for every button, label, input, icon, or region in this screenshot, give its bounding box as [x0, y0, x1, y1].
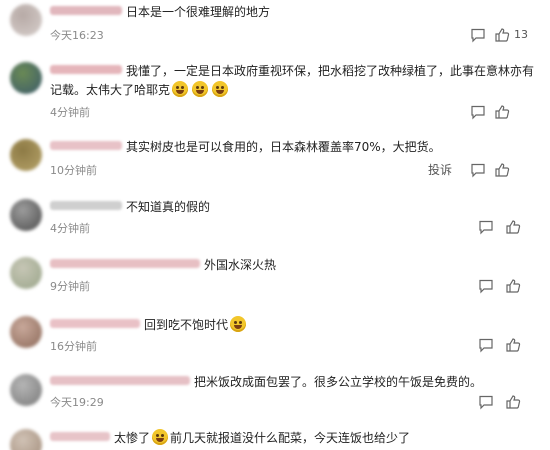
comment-text: 回到吃不饱时代 — [144, 318, 229, 332]
reply-icon[interactable] — [478, 219, 494, 235]
crying-emoji-icon — [172, 81, 189, 97]
reply-icon[interactable] — [478, 278, 494, 294]
comment-time: 4分钟前 — [50, 222, 90, 235]
comment-time: 4分钟前 — [50, 106, 90, 119]
comment-text: 日本是一个很难理解的地方 — [126, 5, 271, 19]
comment-item: 回到吃不饱时代 16分钟前 — [0, 312, 550, 370]
comment-list: 日本是一个很难理解的地方 今天16:23 13 我懂了，一定是日本政府重视环保，… — [0, 0, 550, 450]
avatar[interactable] — [10, 199, 42, 231]
report-button[interactable]: 投诉 — [428, 161, 452, 178]
avatar[interactable] — [10, 4, 42, 36]
comment-line: 外国水深火热 — [50, 257, 540, 274]
comment-text: 外国水深火热 — [204, 258, 277, 272]
comment-text: 其实树皮也是可以食用的，日本森林覆盖率70%，大把货。 — [126, 140, 441, 154]
username[interactable] — [50, 259, 200, 268]
crying-emoji-icon — [152, 429, 169, 445]
comment-time: 今天19:29 — [50, 396, 104, 409]
crying-emoji-icon — [212, 81, 229, 97]
comment-time: 16分钟前 — [50, 340, 97, 353]
comment-text: 不知道真的假的 — [126, 200, 211, 214]
reply-icon[interactable] — [470, 162, 486, 178]
comment-time: 今天16:23 — [50, 29, 104, 42]
avatar[interactable] — [10, 316, 42, 348]
thumbs-up-icon[interactable] — [494, 104, 510, 120]
avatar[interactable] — [10, 374, 42, 406]
comment-line: 日本是一个很难理解的地方 — [50, 4, 540, 21]
comment-item: 日本是一个很难理解的地方 今天16:23 13 — [0, 0, 550, 58]
thumbs-up-icon[interactable] — [505, 219, 521, 235]
comment-item: 其实树皮也是可以食用的，日本森林覆盖率70%，大把货。 10分钟前 投诉 — [0, 135, 550, 193]
comment-item: 我懂了，一定是日本政府重视环保，把水稻挖了改种绿植了，此事在意林亦有记载。太伟大… — [0, 58, 550, 122]
comment-item: 不知道真的假的 4分钟前 — [0, 195, 550, 253]
comment-time: 9分钟前 — [50, 280, 90, 293]
crying-emoji-icon — [192, 81, 209, 97]
comment-item: 外国水深火热 9分钟前 — [0, 253, 550, 311]
reply-icon[interactable] — [478, 394, 494, 410]
comment-text: 前几天就报道没什么配菜，今天连饭也给少了 — [170, 431, 411, 445]
avatar[interactable] — [10, 139, 42, 171]
thumbs-up-icon[interactable] — [505, 278, 521, 294]
username[interactable] — [50, 201, 122, 210]
comment-text: 太惨了 — [114, 431, 151, 445]
comment-time: 10分钟前 — [50, 164, 97, 177]
comment-line: 不知道真的假的 — [50, 199, 540, 216]
comment-line: 太惨了 前几天就报道没什么配菜，今天连饭也给少了 — [50, 429, 540, 447]
comment-line: 把米饭改成面包罢了。很多公立学校的午饭是免费的。 — [50, 374, 540, 391]
laughing-emoji-icon — [230, 316, 247, 332]
username[interactable] — [50, 432, 110, 441]
reply-icon[interactable] — [470, 104, 486, 120]
avatar[interactable] — [10, 257, 42, 289]
thumbs-up-icon[interactable] — [505, 394, 521, 410]
username[interactable] — [50, 319, 140, 328]
avatar[interactable] — [10, 62, 42, 94]
reply-icon[interactable] — [470, 27, 486, 43]
thumbs-up-icon[interactable] — [494, 162, 510, 178]
like-count: 13 — [514, 28, 528, 41]
comment-item: 太惨了 前几天就报道没什么配菜，今天连饭也给少了 — [0, 425, 550, 450]
username[interactable] — [50, 65, 122, 74]
thumbs-up-icon[interactable] — [505, 337, 521, 353]
username[interactable] — [50, 376, 190, 385]
username[interactable] — [50, 141, 122, 150]
comment-item: 把米饭改成面包罢了。很多公立学校的午饭是免费的。 今天19:29 — [0, 370, 550, 428]
comment-line: 回到吃不饱时代 — [50, 316, 540, 334]
reply-icon[interactable] — [478, 337, 494, 353]
avatar[interactable] — [10, 429, 42, 450]
comment-text: 我懂了，一定是日本政府重视环保，把水稻挖了改种绿植了，此事在意林亦有记载。太伟大… — [50, 64, 535, 97]
username[interactable] — [50, 6, 122, 15]
comment-text: 把米饭改成面包罢了。很多公立学校的午饭是免费的。 — [194, 375, 483, 389]
comment-line: 其实树皮也是可以食用的，日本森林覆盖率70%，大把货。 — [50, 139, 540, 156]
comment-line: 我懂了，一定是日本政府重视环保，把水稻挖了改种绿植了，此事在意林亦有记载。太伟大… — [50, 62, 538, 100]
thumbs-up-icon[interactable] — [494, 27, 510, 43]
